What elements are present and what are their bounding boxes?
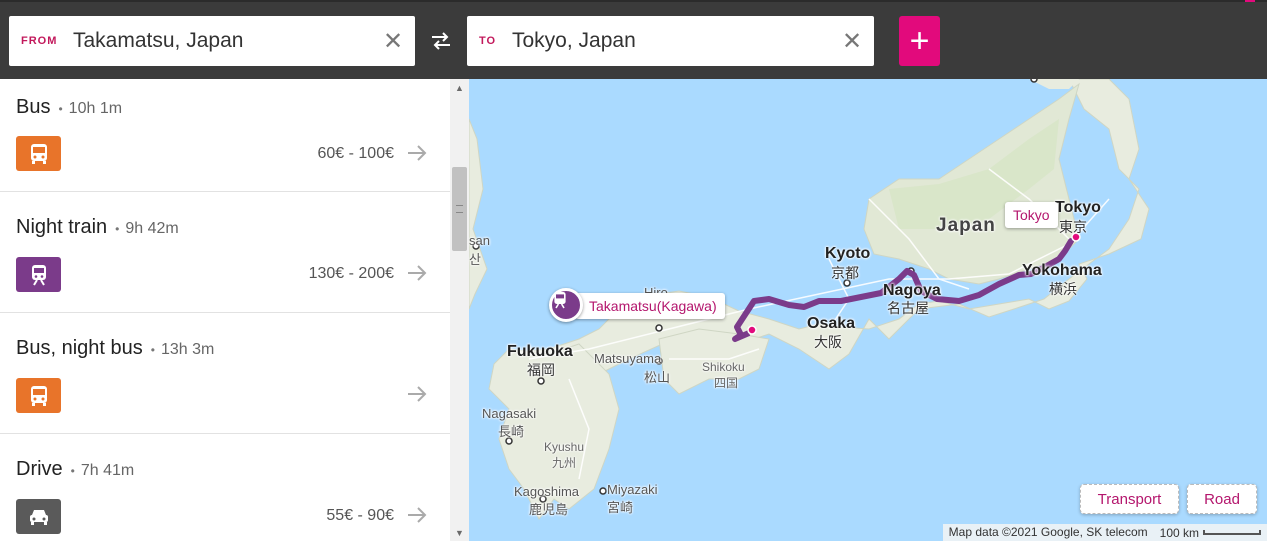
map-label-kagoshima-jp: 鹿児島	[529, 502, 569, 517]
route-option-night-train[interactable]: Night train • 9h 42m 130€ - 200€	[0, 192, 450, 313]
clear-from-icon[interactable]: ✕	[371, 16, 415, 66]
scrollbar-thumb[interactable]	[452, 167, 467, 251]
map-label-busan-partial: san	[469, 233, 490, 248]
map-label-kyoto: Kyoto	[825, 245, 871, 262]
top-divider	[0, 0, 1267, 2]
map-label-nagasaki-jp: 長崎	[498, 424, 525, 439]
map-label-shikoku: Shikoku	[702, 360, 745, 374]
map-label-fukuoka-jp: 福岡	[527, 362, 555, 378]
map-label-japan: Japan	[936, 215, 996, 236]
bus-icon	[16, 378, 61, 413]
to-label: TO	[479, 35, 497, 47]
swap-button[interactable]	[425, 26, 457, 56]
map-attribution: Map data ©2021 Google, SK telecom 100 km	[942, 524, 1267, 541]
from-input[interactable]	[73, 29, 371, 53]
map-label-miyazaki: Miyazaki	[607, 482, 658, 497]
map-label-nagasaki: Nagasaki	[482, 406, 537, 421]
map-label-nagoya-jp: 名古屋	[887, 300, 929, 316]
map-label-matsuyama-jp: 松山	[644, 370, 671, 385]
route-title: Bus, night bus • 13h 3m	[16, 337, 215, 359]
map-label-osaka-jp: 大阪	[814, 334, 842, 350]
transport-map-button[interactable]: Transport	[1080, 484, 1179, 514]
map-scale: 100 km	[1153, 524, 1267, 541]
to-field[interactable]: TO ✕	[467, 16, 874, 66]
route-price: 55€ - 90€	[326, 507, 394, 524]
map-label-yokohama-jp: 横浜	[1049, 281, 1077, 297]
to-input[interactable]	[512, 29, 830, 53]
map-label-kyushu-jp: 九州	[552, 456, 577, 470]
swap-icon	[432, 32, 450, 50]
car-icon	[16, 499, 61, 534]
from-label: FROM	[21, 35, 58, 47]
map-label-yokohama: Yokohama	[1022, 262, 1102, 279]
scale-bar	[1203, 530, 1261, 535]
route-title: Drive • 7h 41m	[16, 458, 135, 480]
route-title: Bus • 10h 1m	[16, 96, 123, 118]
from-field[interactable]: FROM ✕	[9, 16, 415, 66]
route-option-drive[interactable]: Drive • 7h 41m 55€ - 90€	[0, 434, 450, 541]
attribution-text: Map data ©2021 Google, SK telecom	[942, 524, 1154, 541]
road-map-button[interactable]: Road	[1187, 484, 1257, 514]
scale-label: 100 km	[1159, 525, 1199, 540]
route-duration: 7h 41m	[80, 462, 135, 479]
route-duration: 10h 1m	[68, 100, 123, 117]
map-label-kagoshima: Kagoshima	[514, 484, 580, 499]
destination-callout[interactable]: Tokyo	[1005, 202, 1058, 228]
map-label-tokyo-jp: 東京	[1059, 219, 1087, 235]
route-duration: 9h 42m	[125, 220, 179, 237]
train-icon	[16, 257, 61, 292]
scroll-up-icon[interactable]: ▲	[450, 79, 469, 96]
map-label-kyoto-jp: 京都	[831, 265, 859, 281]
route-list-panel: Bus • 10h 1m 60€ - 100€ Night train • 9h 42m…	[0, 79, 469, 541]
route-list-scrollbar[interactable]: ▲ ▼	[450, 79, 469, 541]
accent-marker	[1245, 0, 1255, 2]
add-destination-button[interactable]: +	[899, 16, 940, 66]
map-label-busan-partial-jp: 산	[469, 252, 481, 267]
route-map[interactable]: Japan Kyoto 京都 Osaka 大阪 Nagoya 名古屋 Yokoh…	[469, 79, 1267, 541]
map-label-fukuoka: Fukuoka	[507, 343, 573, 360]
search-bar: FROM ✕ TO ✕ +	[0, 0, 1267, 79]
route-duration: 13h 3m	[160, 341, 215, 358]
arrow-right-icon	[408, 145, 427, 161]
arrow-right-icon	[408, 265, 427, 281]
map-label-shikoku-jp: 四国	[714, 376, 739, 390]
route-list: Bus • 10h 1m 60€ - 100€ Night train • 9h 42m…	[0, 79, 450, 541]
map-label-matsuyama: Matsuyama	[594, 351, 662, 366]
route-price: 60€ - 100€	[317, 145, 394, 162]
route-price: 130€ - 200€	[308, 265, 394, 282]
route-title: Night train • 9h 42m	[16, 216, 179, 238]
clear-to-icon[interactable]: ✕	[830, 16, 874, 66]
app-window: FROM ✕ TO ✕ + Bus•10h 1m 60€ - 100€	[0, 0, 1267, 541]
map-label-miyazaki-jp: 宮崎	[607, 500, 634, 515]
arrow-right-icon	[408, 386, 427, 402]
map-label-osaka: Osaka	[807, 315, 856, 332]
bus-icon	[16, 136, 61, 171]
origin-marker	[747, 325, 757, 335]
route-option-bus-night-bus[interactable]: Bus, night bus • 13h 3m	[0, 313, 450, 434]
route-option-bus[interactable]: Bus • 10h 1m 60€ - 100€	[0, 79, 450, 192]
arrow-right-icon	[408, 507, 427, 523]
map-label-tokyo: Tokyo	[1055, 199, 1101, 216]
train-pin-icon[interactable]	[549, 288, 583, 322]
origin-callout[interactable]: Takamatsu(Kagawa)	[575, 293, 725, 319]
scroll-down-icon[interactable]: ▼	[450, 524, 469, 541]
map-label-kyushu: Kyushu	[544, 440, 585, 454]
